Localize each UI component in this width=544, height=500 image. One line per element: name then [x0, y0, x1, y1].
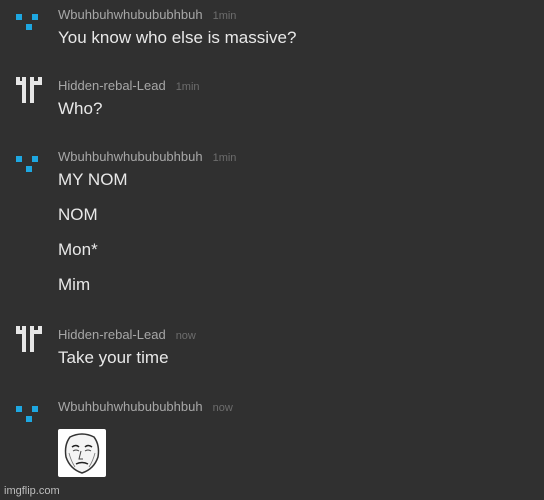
blue-pixel-avatar-icon[interactable] — [16, 400, 44, 428]
author-name[interactable]: Hidden-rebal-Lead — [58, 327, 166, 342]
message-header: Wbuhbuhwhubububhbuh now — [58, 398, 233, 416]
sad-face-icon — [64, 433, 100, 474]
blue-pixel-avatar-icon[interactable] — [16, 8, 44, 36]
timestamp: 1min — [175, 81, 200, 93]
message-text: NOM — [58, 205, 98, 224]
timestamp: now — [212, 402, 233, 414]
message-header: Wbuhbuhwhubububhbuh 1min — [58, 148, 236, 166]
message-header: Wbuhbuhwhubububhbuh 1min — [58, 6, 236, 24]
message-header: Hidden-rebal-Lead now — [58, 326, 196, 344]
timestamp: 1min — [212, 10, 237, 22]
author-name[interactable]: Wbuhbuhwhubububhbuh — [58, 149, 203, 164]
author-name[interactable]: Wbuhbuhwhubububhbuh — [58, 399, 203, 414]
imgflip-watermark: imgflip.com — [4, 485, 60, 497]
message-text: MY NOM — [58, 170, 128, 189]
message-text: Take your time — [58, 348, 169, 367]
white-pixel-avatar-icon[interactable] — [16, 326, 44, 354]
timestamp: now — [175, 330, 196, 342]
message-text: You know who else is massive? — [58, 28, 297, 47]
message-text: Who? — [58, 99, 103, 118]
blue-pixel-avatar-icon[interactable] — [16, 150, 44, 178]
author-name[interactable]: Wbuhbuhwhubububhbuh — [58, 7, 203, 22]
message-text: Mon* — [58, 240, 98, 259]
author-name[interactable]: Hidden-rebal-Lead — [58, 78, 166, 93]
message-header: Hidden-rebal-Lead 1min — [58, 77, 200, 95]
message-text: Mim — [58, 275, 91, 294]
white-pixel-avatar-icon[interactable] — [16, 77, 44, 105]
timestamp: 1min — [212, 152, 237, 164]
okay-face-sticker[interactable] — [58, 429, 106, 477]
